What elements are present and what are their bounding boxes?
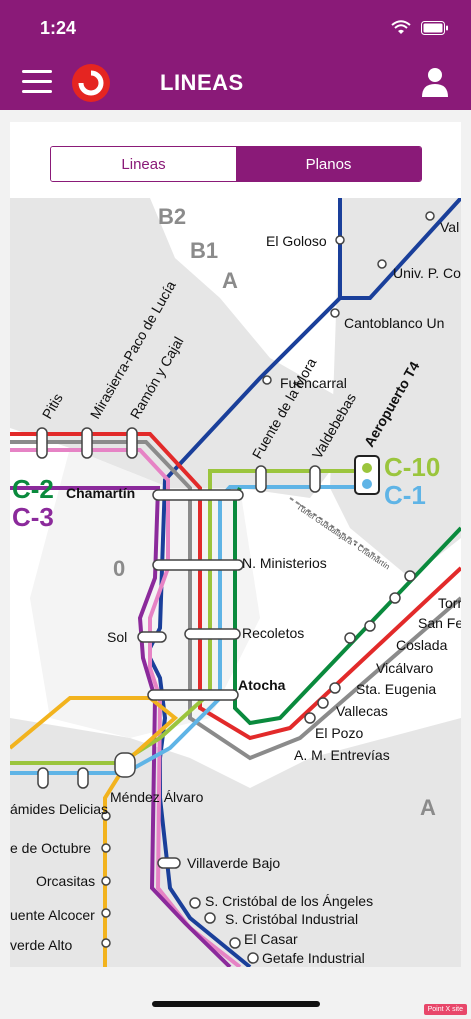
station-am-entrevias[interactable]: A. M. Entrevías (294, 747, 390, 763)
wifi-icon (391, 20, 411, 34)
footer-badge: Point X site (423, 1004, 467, 1015)
page-title: LINEAS (160, 70, 244, 95)
station-coslada[interactable]: Coslada (396, 637, 448, 653)
station-getafe-industrial[interactable]: Getafe Industrial (262, 950, 365, 966)
c10-dot (362, 463, 372, 473)
tab-lineas[interactable]: Lineas (51, 147, 236, 181)
station-san-fe[interactable]: San Fe (418, 615, 461, 631)
renfe-logo-icon (72, 64, 110, 102)
content-panel: Lineas Planos B2 B1 A 0 A C-2 C-3 C-10 C… (10, 122, 461, 967)
station-val[interactable]: Val (440, 219, 459, 235)
user-icon[interactable] (421, 66, 449, 98)
station-orcasitas[interactable]: Orcasitas (36, 873, 95, 889)
zone-label: B1 (190, 238, 218, 263)
station-vallecas[interactable]: Vallecas (336, 703, 388, 719)
station-el-pozo[interactable]: El Pozo (315, 725, 363, 741)
c1-dot (362, 479, 372, 489)
station-atocha[interactable]: Atocha (238, 677, 286, 693)
app-screen: 1:24 LINEAS Lineas Planos B2 B1 A 0 A C-… (0, 0, 471, 1019)
station-cantoblanco[interactable]: Cantoblanco Un (344, 315, 444, 331)
station-el-casar[interactable]: El Casar (244, 931, 298, 947)
line-label-c2: C-2 (12, 474, 54, 504)
station-piramides-delicias[interactable]: ámides Delicias (10, 801, 108, 817)
line-label-c3: C-3 (12, 502, 54, 532)
station-puente-alcocer[interactable]: uente Alcocer (10, 907, 95, 923)
station-villaverde-bajo[interactable]: Villaverde Bajo (187, 855, 280, 871)
station-villaverde-alto[interactable]: verde Alto (10, 937, 72, 953)
status-time: 1:24 (40, 18, 77, 38)
status-icons (391, 20, 449, 36)
station-s-cristobal-angeles[interactable]: S. Cristóbal de los Ángeles (205, 893, 373, 909)
zone-label: 0 (113, 556, 125, 581)
station-torr[interactable]: Torr (438, 595, 461, 611)
tab-planos[interactable]: Planos (236, 147, 421, 181)
station-vicalvaro[interactable]: Vicálvaro (376, 660, 434, 676)
station-doce-octubre[interactable]: e de Octubre (10, 840, 91, 856)
home-indicator (152, 1001, 320, 1007)
station-chamartin[interactable]: Chamartín (66, 485, 135, 501)
menu-button[interactable] (22, 70, 52, 94)
line-label-c10: C-10 (384, 452, 440, 482)
line-label-c1: C-1 (384, 480, 426, 510)
station-s-cristobal-industrial[interactable]: S. Cristóbal Industrial (225, 911, 358, 927)
station-sol[interactable]: Sol (107, 629, 127, 645)
top-bar: 1:24 LINEAS (0, 0, 471, 110)
zone-label: A (420, 795, 436, 820)
segmented-control: Lineas Planos (50, 146, 422, 182)
station-sta-eugenia[interactable]: Sta. Eugenia (356, 681, 436, 697)
zone-label: B2 (158, 204, 186, 229)
station-nuevos-ministerios[interactable]: N. Ministerios (242, 555, 327, 571)
station-el-goloso[interactable]: El Goloso (266, 233, 327, 249)
network-map[interactable]: B2 B1 A 0 A C-2 C-3 C-10 C-1 El Goloso V… (10, 198, 461, 967)
station-mendez-alvaro[interactable]: Méndez Álvaro (110, 789, 204, 805)
battery-icon (421, 21, 448, 35)
station-recoletos[interactable]: Recoletos (242, 625, 304, 641)
zone-label: A (222, 268, 238, 293)
station-univ[interactable]: Univ. P. Co (393, 265, 461, 281)
